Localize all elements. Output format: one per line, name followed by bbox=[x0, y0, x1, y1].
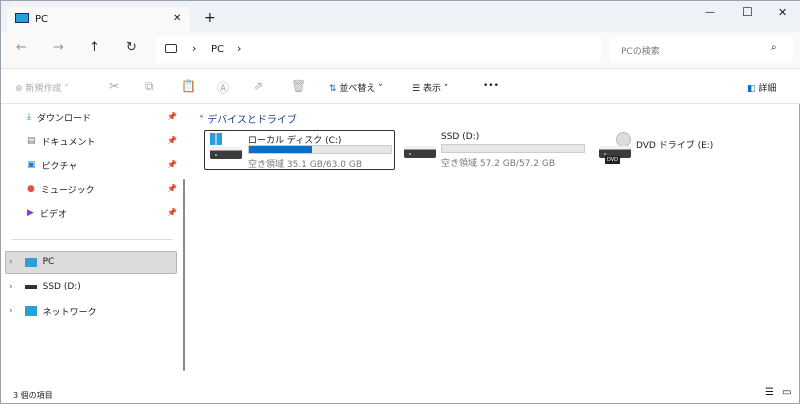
sort-icon: ⇅ bbox=[329, 84, 337, 94]
pin-icon[interactable]: 📌 bbox=[167, 160, 177, 169]
view-label: 表示 bbox=[422, 84, 441, 94]
sidebar-label: SSD (D:) bbox=[42, 282, 81, 292]
more-button[interactable]: ••• bbox=[483, 81, 499, 91]
drive-free-space: 空き領域 57.2 GB/57.2 GB bbox=[441, 159, 555, 169]
address-bar[interactable]: › PC › bbox=[156, 37, 601, 63]
search-input[interactable]: PCの検索 ⌕ bbox=[609, 37, 793, 63]
minimize-button[interactable]: — bbox=[705, 7, 715, 18]
sidebar-item-pc-row[interactable]: › PC bbox=[9, 251, 54, 273]
video-icon: ▶ bbox=[27, 208, 34, 218]
search-placeholder: PCの検索 bbox=[621, 47, 660, 57]
view-button[interactable]: ☰ 表示 ˅ bbox=[412, 81, 448, 94]
sidebar-scrollbar[interactable] bbox=[183, 179, 185, 371]
sidebar-label: ビデオ bbox=[39, 209, 67, 220]
breadcrumb-separator: › bbox=[192, 42, 197, 55]
details-pane-icon: ◧ bbox=[747, 84, 756, 94]
cut-icon[interactable]: ✂ bbox=[109, 79, 119, 93]
download-icon: ⤓ bbox=[27, 112, 31, 122]
chevron-right-icon[interactable]: › bbox=[9, 306, 13, 316]
group-title: デバイスとドライブ bbox=[207, 115, 297, 126]
sidebar-item-videos[interactable]: ▶ ビデオ bbox=[27, 202, 67, 224]
drive-usage-bar bbox=[441, 144, 585, 153]
sidebar-item-pictures[interactable]: ▣ ピクチャ bbox=[27, 154, 77, 176]
drive-c[interactable]: ローカル ディスク (C:) 空き領域 35.1 GB/63.0 GB bbox=[204, 130, 395, 170]
sidebar-item-downloads[interactable]: ⤓ ダウンロード bbox=[27, 106, 91, 128]
network-icon bbox=[24, 306, 37, 316]
copy-icon[interactable]: ⧉ bbox=[145, 79, 154, 94]
music-icon: ● bbox=[27, 184, 35, 194]
monitor-icon bbox=[15, 13, 29, 23]
sidebar-label: ドキュメント bbox=[41, 137, 96, 148]
pin-icon[interactable]: 📌 bbox=[167, 208, 177, 217]
up-button[interactable]: ↑ bbox=[89, 40, 100, 55]
details-label: 詳細 bbox=[758, 84, 777, 94]
refresh-button[interactable]: ↻ bbox=[126, 40, 137, 55]
close-tab-button[interactable]: ✕ bbox=[173, 13, 181, 24]
maximize-button[interactable]: ☐ bbox=[742, 5, 753, 19]
drive-name: DVD ドライブ (E:) bbox=[636, 141, 714, 151]
breadcrumb-pc[interactable]: PC bbox=[211, 44, 224, 55]
drive-e[interactable]: DVD DVD ドライブ (E:) bbox=[596, 130, 746, 170]
pin-icon[interactable]: 📌 bbox=[167, 184, 177, 193]
new-button[interactable]: ⊕ 新規作成 ˅ bbox=[15, 81, 69, 94]
drive-name: SSD (D:) bbox=[441, 132, 480, 142]
hard-drive-icon bbox=[404, 146, 436, 158]
sidebar-label: PC bbox=[42, 257, 55, 267]
hard-drive-icon bbox=[210, 147, 242, 159]
drive-d[interactable]: SSD (D:) 空き領域 57.2 GB/57.2 GB bbox=[401, 130, 592, 170]
new-label: 新規作成 bbox=[25, 84, 62, 94]
status-item-count: 3 個の項目 bbox=[13, 391, 53, 400]
close-window-button[interactable]: ✕ bbox=[778, 6, 787, 19]
sort-button[interactable]: ⇅ 並べ替え ˅ bbox=[329, 81, 383, 94]
rename-icon[interactable]: Ⓐ bbox=[217, 79, 229, 96]
sidebar-item-music[interactable]: ● ミュージック bbox=[27, 178, 95, 200]
chevron-right-icon[interactable]: › bbox=[9, 257, 13, 267]
pin-icon[interactable]: 📌 bbox=[167, 136, 177, 145]
new-tab-button[interactable]: + bbox=[204, 10, 216, 26]
tiles-view-icon[interactable]: ▭ bbox=[782, 387, 791, 398]
sort-label: 並べ替え bbox=[339, 84, 376, 94]
details-view-icon[interactable]: ☰ bbox=[765, 387, 774, 398]
view-icon: ☰ bbox=[412, 84, 421, 94]
sidebar-label: ミュージック bbox=[40, 185, 95, 196]
sidebar-divider bbox=[11, 239, 173, 240]
tab-title: PC bbox=[35, 14, 49, 25]
delete-icon[interactable]: 🗑 bbox=[291, 79, 306, 93]
sidebar-label: ピクチャ bbox=[41, 161, 78, 172]
disc-icon bbox=[616, 132, 631, 147]
chevron-right-icon[interactable]: › bbox=[9, 282, 13, 292]
document-icon: ▤ bbox=[27, 136, 36, 146]
tab-pc[interactable]: PC ✕ bbox=[7, 7, 190, 34]
paste-icon[interactable]: 📋 bbox=[181, 79, 196, 93]
breadcrumb-separator[interactable]: › bbox=[237, 42, 241, 55]
drive-icon bbox=[24, 285, 37, 289]
sidebar-label: ダウンロード bbox=[36, 113, 91, 124]
sidebar-item-documents[interactable]: ▤ ドキュメント bbox=[27, 130, 96, 152]
drive-free-space: 空き領域 35.1 GB/63.0 GB bbox=[248, 160, 362, 170]
sidebar-item-network[interactable]: › ネットワーク bbox=[9, 300, 97, 322]
drive-usage-bar bbox=[248, 145, 392, 154]
details-button[interactable]: ◧ 詳細 bbox=[747, 81, 776, 94]
command-bar bbox=[1, 68, 800, 104]
group-header[interactable]: ˅ デバイスとドライブ bbox=[199, 111, 297, 126]
back-button[interactable]: ← bbox=[16, 40, 27, 55]
windows-logo-icon bbox=[210, 133, 222, 145]
pin-icon[interactable]: 📌 bbox=[167, 112, 177, 121]
picture-icon: ▣ bbox=[27, 160, 36, 170]
dvd-badge: DVD bbox=[605, 156, 621, 164]
search-icon: ⌕ bbox=[771, 42, 777, 53]
computer-icon bbox=[165, 44, 177, 53]
sidebar-label: ネットワーク bbox=[42, 307, 97, 318]
monitor-icon bbox=[24, 257, 37, 267]
forward-button[interactable]: → bbox=[53, 40, 64, 55]
sidebar-item-ssd[interactable]: › SSD (D:) bbox=[9, 276, 81, 298]
share-icon[interactable]: ⇗ bbox=[253, 79, 263, 93]
